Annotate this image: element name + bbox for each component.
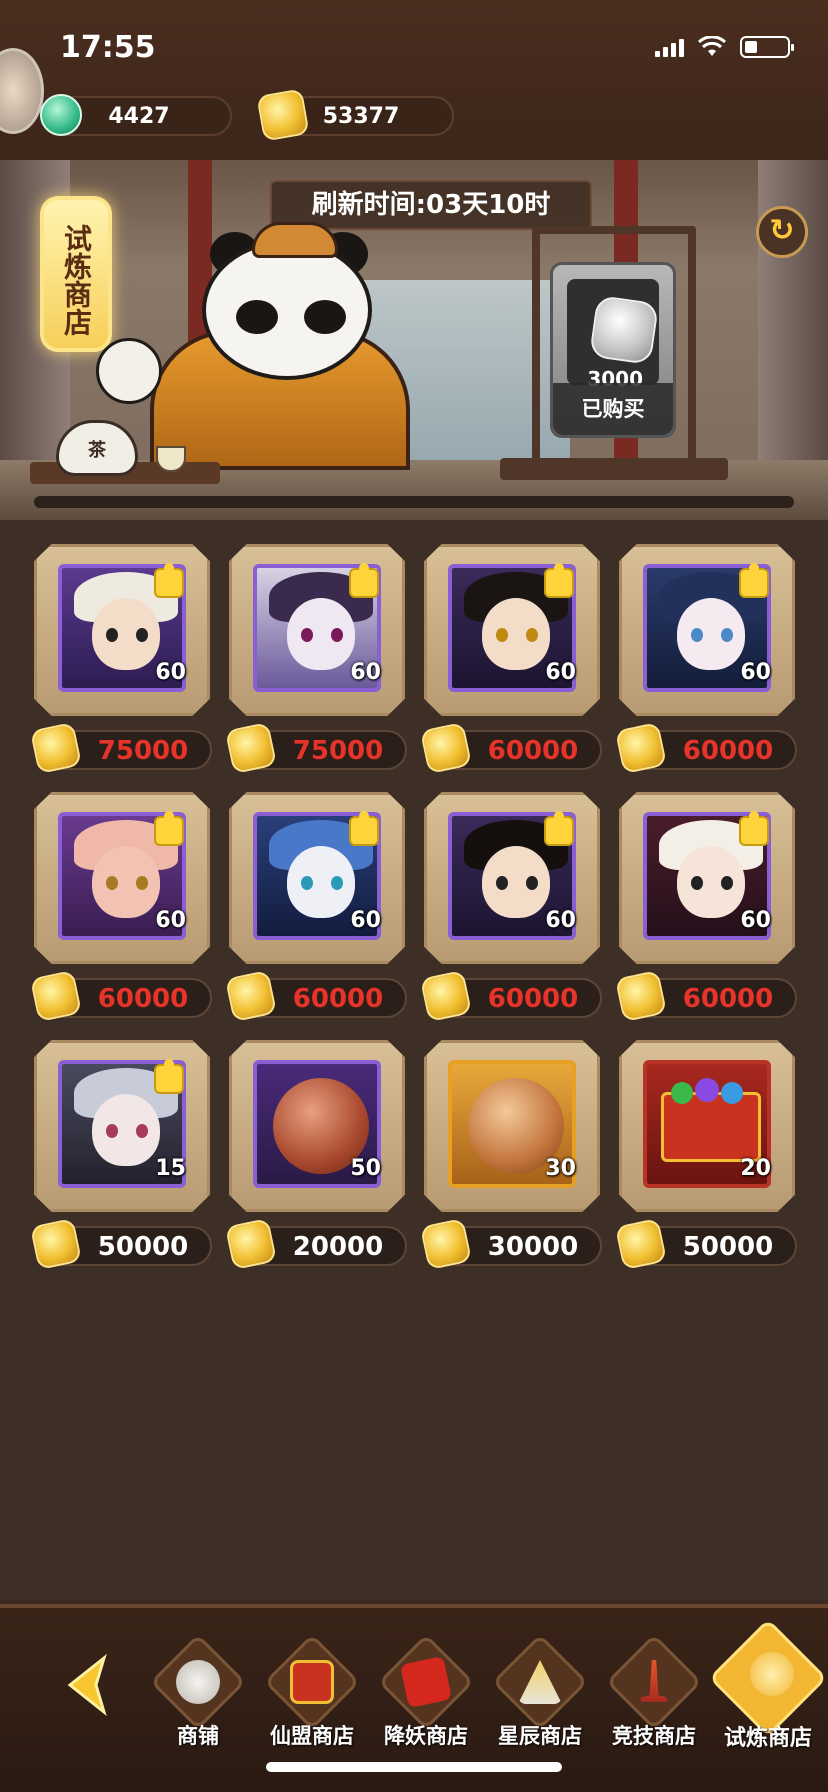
gold-coin-icon [224, 1217, 278, 1271]
wifi-icon [698, 36, 726, 56]
nav-item-trial-shop[interactable]: 试炼商店 [708, 1618, 828, 1758]
puzzle-piece-icon [739, 563, 769, 598]
shop-item[interactable]: 60 60000 [614, 544, 815, 784]
gold-coin-icon [29, 721, 83, 775]
item-price: 60000 [614, 721, 797, 775]
item-price: 75000 [224, 721, 407, 775]
player-avatar[interactable] [0, 48, 44, 134]
item-price: 50000 [29, 1217, 212, 1271]
shop-item[interactable]: 60 60000 [29, 792, 230, 1032]
gold-coin-icon [29, 1217, 83, 1271]
item-price: 30000 [419, 1217, 602, 1271]
gold-coin-icon [419, 969, 473, 1023]
shop-sign: 试炼商店 [40, 196, 112, 352]
shop-item[interactable]: 30 30000 [419, 1040, 620, 1280]
status-icons [655, 36, 794, 58]
shop-item[interactable]: 60 75000 [29, 544, 230, 784]
puzzle-piece-icon [544, 563, 574, 598]
panda-icon [176, 1660, 220, 1704]
item-price: 50000 [614, 1217, 797, 1271]
back-arrow-icon[interactable] [56, 1650, 126, 1720]
shop-item[interactable]: 20 50000 [614, 1040, 815, 1280]
gold-coin-icon [419, 1217, 473, 1271]
puzzle-piece-icon [154, 1059, 184, 1094]
gold-currency: 53377 [256, 88, 454, 142]
jade-amount: 4427 [108, 104, 170, 129]
item-price: 60000 [224, 969, 407, 1023]
banner-icon [290, 1660, 334, 1704]
gold-coin-icon [224, 721, 278, 775]
shop-item[interactable]: 15 50000 [29, 1040, 230, 1280]
featured-purchased-label: 已购买 [553, 383, 673, 435]
puzzle-piece-icon [544, 811, 574, 846]
trial-icon [750, 1652, 794, 1696]
item-price: 75000 [29, 721, 212, 775]
gold-coin-icon [614, 1217, 668, 1271]
nav-item-arena-shop[interactable]: 竞技商店 [598, 1633, 710, 1758]
item-grid: 60 75000 60 75000 60 60000 60 60000 60 6… [0, 520, 828, 1600]
top-bar: 17:55 4427 53377 [0, 0, 828, 160]
featured-offer[interactable]: 3000 已购买 [550, 262, 676, 438]
home-indicator[interactable] [266, 1762, 562, 1772]
puzzle-piece-icon [349, 811, 379, 846]
silver-coin-icon [588, 294, 660, 366]
puzzle-piece-icon [154, 563, 184, 598]
teapot-icon: 茶 [56, 420, 138, 476]
gold-coin-icon [29, 969, 83, 1023]
teacup-icon [156, 446, 186, 472]
jade-currency: 4427 [40, 94, 232, 136]
gold-amount: 53377 [322, 104, 400, 129]
gold-coin-icon [224, 969, 278, 1023]
shop-item[interactable]: 60 60000 [224, 792, 425, 1032]
gold-coin-icon [614, 969, 668, 1023]
item-price: 60000 [29, 969, 212, 1023]
item-price: 60000 [419, 721, 602, 775]
red-bag-icon [399, 1655, 453, 1709]
puzzle-piece-icon [739, 811, 769, 846]
shop-item[interactable]: 60 75000 [224, 544, 425, 784]
shop-item[interactable]: 50 20000 [224, 1040, 425, 1280]
refresh-button[interactable]: ↻ [756, 206, 808, 258]
puzzle-piece-icon [349, 563, 379, 598]
puzzle-piece-icon [154, 811, 184, 846]
gold-coin-icon [419, 721, 473, 775]
nav-item-demon-shop[interactable]: 降妖商店 [370, 1633, 482, 1758]
shop-item[interactable]: 60 60000 [419, 544, 620, 784]
nav-item-shop[interactable]: 商铺 [142, 1633, 254, 1758]
cellular-signal-icon [655, 37, 684, 57]
shop-item[interactable]: 60 60000 [419, 792, 620, 1032]
item-price: 60000 [614, 969, 797, 1023]
status-time: 17:55 [60, 30, 156, 65]
item-price: 20000 [224, 1217, 407, 1271]
shop-item[interactable]: 60 60000 [614, 792, 815, 1032]
battery-icon [740, 36, 794, 58]
nav-item-star-shop[interactable]: 星辰商店 [484, 1633, 596, 1758]
nav-item-alliance-shop[interactable]: 仙盟商店 [256, 1633, 368, 1758]
item-price: 60000 [419, 969, 602, 1023]
refresh-icon: ↻ [769, 213, 795, 248]
gold-coin-icon [614, 721, 668, 775]
